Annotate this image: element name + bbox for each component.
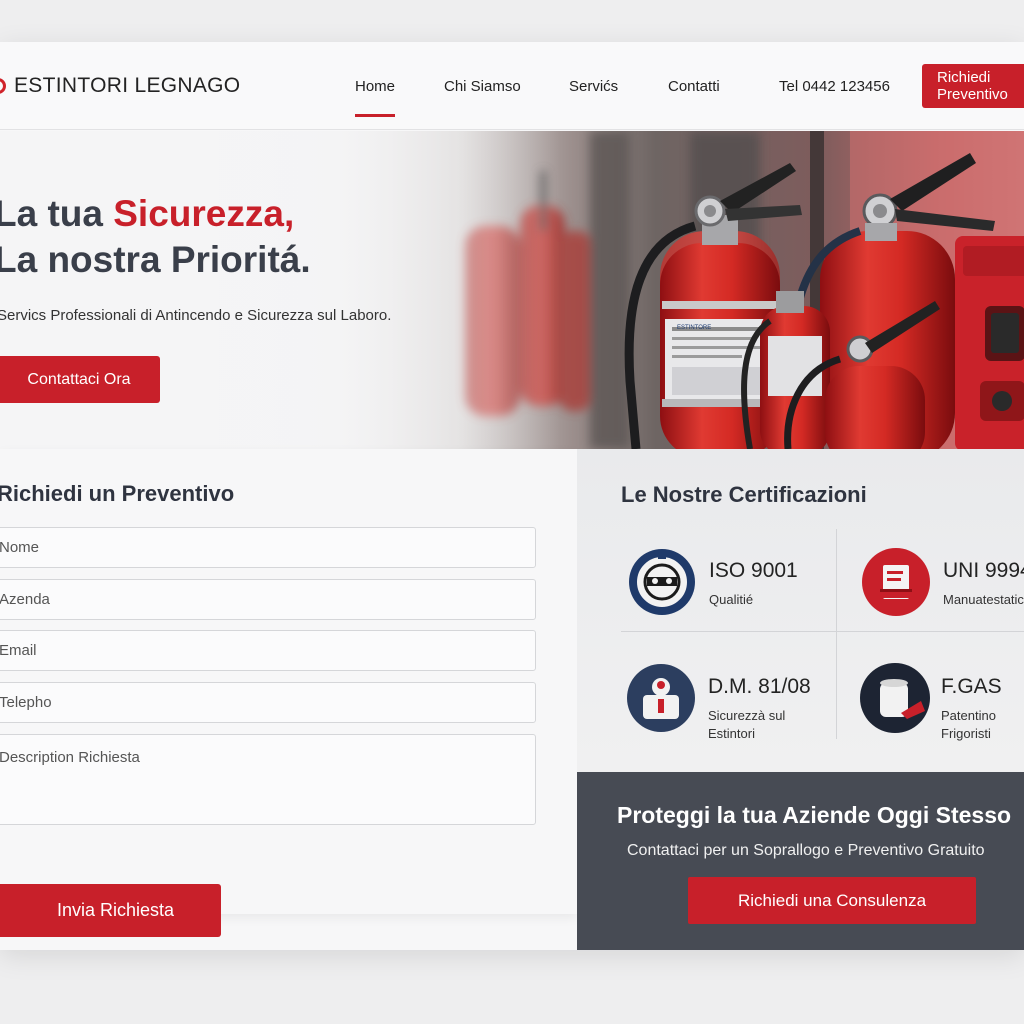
hero-title-highlight: Sicurezza, [113, 193, 295, 234]
cert-desc-line1: Patentino [941, 708, 996, 723]
brand-logo[interactable]: ESTINTORI LEGNAGO [0, 74, 240, 98]
hero-title-line2: La nostra Prioritá. [0, 239, 311, 280]
cert-divider-vertical [836, 529, 837, 739]
cert-desc-line2: Frigoristi [941, 726, 991, 741]
cert-desc: Patentino Frigoristi [941, 707, 996, 743]
cert-name: D.M. 81/08 [708, 675, 811, 698]
certifications-title: Le Nostre Certificazioni [621, 482, 867, 507]
landing-page: ESTINTORI LEGNAGO Home Chi Siamso Servic… [0, 42, 1024, 950]
hero-section: ESTINTORE La tua Sicurezza, La nostra Pr… [0, 131, 1024, 449]
certifications-section: Le Nostre Certificazioni ISO 9001 Qualit… [577, 449, 1024, 772]
cert-desc: Sicurezzà sul Estintori [708, 707, 785, 743]
submit-request-button[interactable]: Invia Richiesta [0, 884, 221, 937]
cert-desc-line2: Estintori [708, 726, 755, 741]
cert-desc-line1: Sicurezzà sul [708, 708, 786, 723]
quote-form: Richiedi un Preventivo Invia Richiesta [0, 449, 577, 937]
gas-cylinder-icon [860, 663, 930, 733]
request-quote-nav-button[interactable]: Richiedi Preventivo [922, 64, 1024, 108]
cert-desc: Qualitié [709, 592, 754, 607]
logo-ring-icon [0, 78, 6, 94]
description-field[interactable] [0, 734, 536, 825]
cert-desc: Manuatestatic [943, 592, 1024, 607]
phone-field[interactable] [0, 682, 536, 723]
request-consultation-button[interactable]: Richiedi una Consulenza [688, 877, 976, 924]
hero-title-prefix: La tua [0, 193, 114, 234]
manual-document-icon [862, 548, 930, 616]
email-field[interactable] [0, 630, 536, 671]
cert-name: ISO 9001 [709, 559, 798, 582]
top-navigation: ESTINTORI LEGNAGO Home Chi Siamso Servic… [0, 42, 1024, 130]
consultation-banner: Proteggi la tua Aziende Oggi Stesso Cont… [577, 772, 1024, 950]
worker-safety-icon [627, 664, 695, 732]
nav-item-home[interactable]: Home [355, 78, 396, 117]
nav-item-chi-siamo[interactable]: Chi Siamso [444, 78, 521, 95]
phone-number[interactable]: Tel 0442 123456 [779, 78, 890, 95]
nav-item-contatti[interactable]: Contatti [668, 78, 720, 95]
banner-title: Proteggi la tua Aziende Oggi Stesso [617, 802, 1012, 828]
form-title: Richiedi un Preventivo [0, 481, 235, 506]
contact-now-button[interactable]: Contattaci Ora [0, 356, 160, 403]
banner-subtitle: Contattaci per un Soprallogo e Preventiv… [627, 842, 985, 859]
company-field[interactable] [0, 579, 536, 620]
hero-subtitle: Servics Professionali di Antincendo e Si… [0, 307, 392, 324]
cert-name: UNI 9994 [943, 559, 1024, 582]
nav-item-servizi[interactable]: Servićs [569, 78, 618, 95]
cert-name: F.GAS [941, 675, 1002, 698]
hero-title: La tua Sicurezza, La nostra Prioritá. [0, 191, 311, 283]
brand-name: ESTINTORI LEGNAGO [14, 74, 241, 97]
name-field[interactable] [0, 527, 536, 568]
iso-seal-icon [629, 549, 695, 615]
extinguisher-label-text: ESTINTORE [677, 325, 711, 331]
cert-divider-horizontal [621, 631, 1024, 632]
